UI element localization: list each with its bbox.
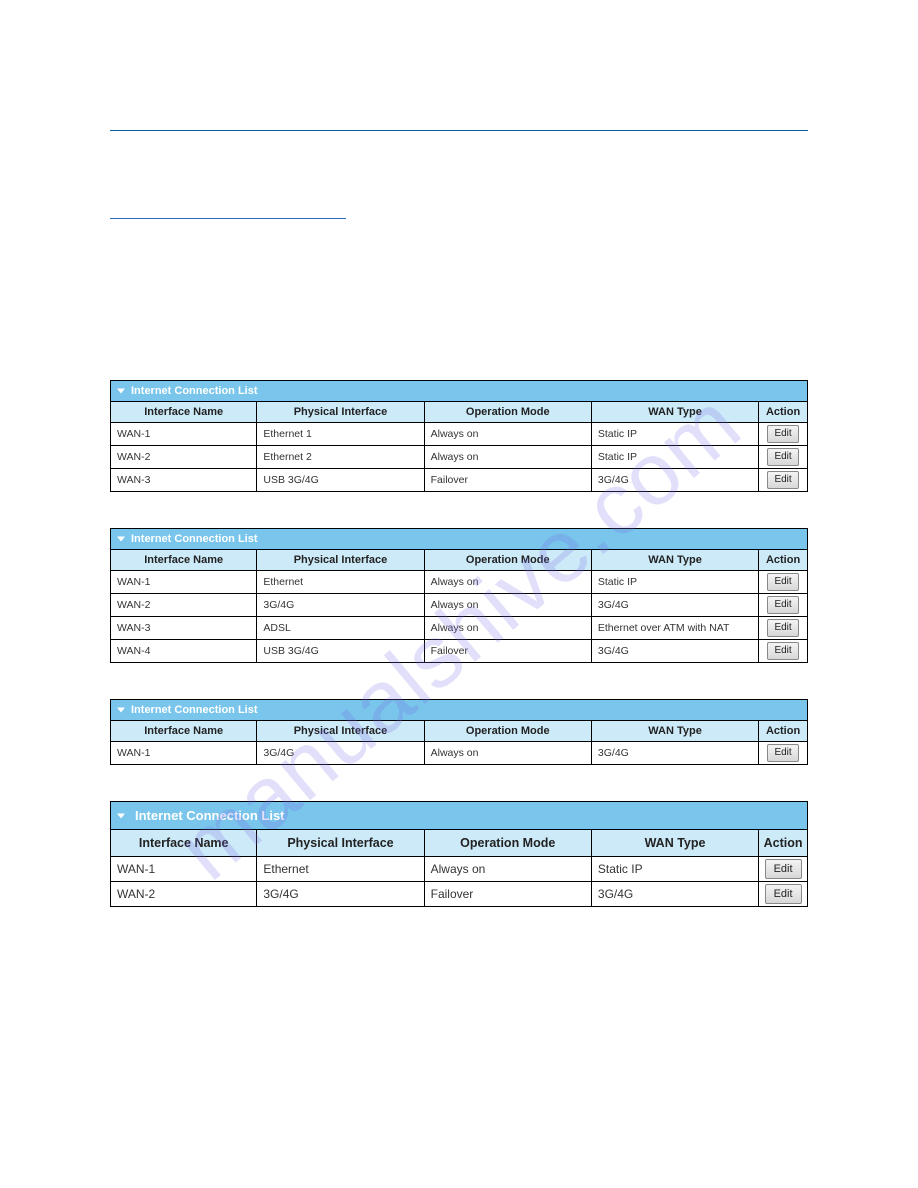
edit-button[interactable]: Edit (767, 471, 798, 489)
cell-phys: 3G/4G (257, 742, 424, 765)
col-header-phys: Physical Interface (257, 402, 424, 423)
col-header-iface: Interface Name (111, 830, 257, 857)
edit-button[interactable]: Edit (767, 642, 798, 660)
header-rule (110, 130, 808, 131)
cell-phys: 3G/4G (257, 594, 424, 617)
cell-phys: Ethernet 1 (257, 423, 424, 446)
cell-iface: WAN-2 (111, 882, 257, 907)
edit-button[interactable]: Edit (767, 573, 798, 591)
cell-op: Always on (424, 423, 591, 446)
col-header-op: Operation Mode (424, 402, 591, 423)
col-header-iface: Interface Name (111, 402, 257, 423)
cell-phys: USB 3G/4G (257, 640, 424, 663)
caption-text: Internet Connection List (131, 704, 258, 716)
internet-connection-list-2: Internet Connection List Interface Name … (110, 528, 808, 663)
table-row: WAN-1 Ethernet Always on Static IP Edit (111, 571, 808, 594)
table-row: WAN-2 3G/4G Failover 3G/4G Edit (111, 882, 808, 907)
caption-text: Internet Connection List (135, 808, 285, 823)
edit-button[interactable]: Edit (767, 425, 798, 443)
table-row: WAN-1 3G/4G Always on 3G/4G Edit (111, 742, 808, 765)
caption-text: Internet Connection List (131, 533, 258, 545)
cell-iface: WAN-1 (111, 742, 257, 765)
cell-phys: 3G/4G (257, 882, 424, 907)
col-header-phys: Physical Interface (257, 721, 424, 742)
cell-iface: WAN-1 (111, 423, 257, 446)
edit-button[interactable]: Edit (767, 619, 798, 637)
table-row: WAN-4 USB 3G/4G Failover 3G/4G Edit (111, 640, 808, 663)
col-header-action: Action (759, 721, 808, 742)
cell-iface: WAN-1 (111, 571, 257, 594)
cell-iface: WAN-3 (111, 469, 257, 492)
table-caption: Internet Connection List (111, 381, 808, 402)
col-header-action: Action (759, 402, 808, 423)
caret-down-icon (117, 537, 125, 542)
table-row: WAN-1 Ethernet 1 Always on Static IP Edi… (111, 423, 808, 446)
col-header-action: Action (759, 550, 808, 571)
col-header-wan: WAN Type (591, 721, 758, 742)
cell-iface: WAN-3 (111, 617, 257, 640)
cell-op: Always on (424, 742, 591, 765)
col-header-iface: Interface Name (111, 550, 257, 571)
cell-iface: WAN-4 (111, 640, 257, 663)
cell-iface: WAN-2 (111, 594, 257, 617)
edit-button[interactable]: Edit (767, 448, 798, 466)
cell-phys: Ethernet (257, 571, 424, 594)
cell-op: Always on (424, 446, 591, 469)
cell-wan: Static IP (591, 446, 758, 469)
table-caption: Internet Connection List (111, 700, 808, 721)
col-header-wan: WAN Type (591, 550, 758, 571)
col-header-wan: WAN Type (591, 830, 758, 857)
section-link-underline (110, 217, 346, 219)
edit-button[interactable]: Edit (765, 884, 802, 904)
cell-iface: WAN-1 (111, 857, 257, 882)
internet-connection-list-1: Internet Connection List Interface Name … (110, 380, 808, 492)
cell-wan: Static IP (591, 857, 758, 882)
cell-op: Always on (424, 617, 591, 640)
edit-button[interactable]: Edit (767, 596, 798, 614)
col-header-op: Operation Mode (424, 721, 591, 742)
col-header-phys: Physical Interface (257, 830, 424, 857)
cell-wan: 3G/4G (591, 742, 758, 765)
internet-connection-list-3: Internet Connection List Interface Name … (110, 699, 808, 765)
cell-wan: 3G/4G (591, 882, 758, 907)
caret-down-icon (117, 813, 125, 818)
cell-op: Failover (424, 640, 591, 663)
caption-text: Internet Connection List (131, 385, 258, 397)
cell-op: Always on (424, 594, 591, 617)
caret-down-icon (117, 389, 125, 394)
table-row: WAN-3 ADSL Always on Ethernet over ATM w… (111, 617, 808, 640)
table-caption: Internet Connection List (111, 529, 808, 550)
col-header-iface: Interface Name (111, 721, 257, 742)
cell-op: Always on (424, 571, 591, 594)
internet-connection-list-4: Internet Connection List Interface Name … (110, 801, 808, 907)
cell-op: Failover (424, 469, 591, 492)
col-header-op: Operation Mode (424, 830, 591, 857)
table-row: WAN-2 3G/4G Always on 3G/4G Edit (111, 594, 808, 617)
col-header-phys: Physical Interface (257, 550, 424, 571)
caret-down-icon (117, 708, 125, 713)
edit-button[interactable]: Edit (767, 744, 798, 762)
edit-button[interactable]: Edit (765, 859, 802, 879)
cell-wan: Ethernet over ATM with NAT (591, 617, 758, 640)
cell-wan: 3G/4G (591, 594, 758, 617)
cell-op: Failover (424, 882, 591, 907)
cell-op: Always on (424, 857, 591, 882)
col-header-action: Action (759, 830, 808, 857)
table-row: WAN-1 Ethernet Always on Static IP Edit (111, 857, 808, 882)
cell-wan: 3G/4G (591, 469, 758, 492)
cell-wan: Static IP (591, 571, 758, 594)
cell-phys: Ethernet 2 (257, 446, 424, 469)
cell-wan: 3G/4G (591, 640, 758, 663)
col-header-wan: WAN Type (591, 402, 758, 423)
cell-iface: WAN-2 (111, 446, 257, 469)
col-header-op: Operation Mode (424, 550, 591, 571)
table-row: WAN-2 Ethernet 2 Always on Static IP Edi… (111, 446, 808, 469)
cell-phys: USB 3G/4G (257, 469, 424, 492)
cell-wan: Static IP (591, 423, 758, 446)
cell-phys: ADSL (257, 617, 424, 640)
table-row: WAN-3 USB 3G/4G Failover 3G/4G Edit (111, 469, 808, 492)
cell-phys: Ethernet (257, 857, 424, 882)
table-caption: Internet Connection List (111, 802, 808, 830)
